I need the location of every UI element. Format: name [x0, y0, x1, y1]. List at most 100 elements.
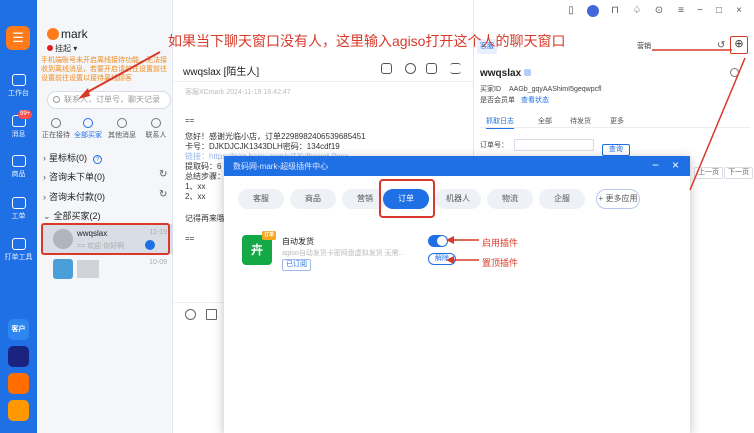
prev-page-button[interactable]: 上一页	[694, 167, 723, 179]
refresh-icon[interactable]: ↻	[159, 189, 167, 200]
enable-plugin-toggle[interactable]	[428, 235, 448, 247]
annotation-enable: 启用插件	[482, 238, 519, 248]
blurred-name	[77, 260, 99, 278]
desk-icon	[11, 74, 26, 86]
search-input[interactable]: 联系人，订单号，聊天记录	[47, 91, 171, 109]
history-icon[interactable]	[405, 63, 416, 74]
group-not-paid[interactable]: › 咨询未付款(0)	[43, 190, 105, 203]
cat-logistics[interactable]: 物流	[487, 189, 533, 209]
app-customer[interactable]: 客户	[8, 319, 29, 340]
menu-icon[interactable]	[450, 63, 461, 74]
help-icon[interactable]: ?	[93, 155, 102, 164]
order-number-input[interactable]	[513, 139, 594, 151]
printer-icon	[11, 238, 26, 250]
app-logo-icon: ☰	[6, 26, 30, 50]
emoji-icon[interactable]	[185, 309, 196, 320]
buyer-name: wwqslax	[480, 68, 532, 79]
subscribed-badge: 已订阅	[282, 259, 311, 271]
bag-icon[interactable]: ⊓	[610, 6, 620, 16]
play-icon[interactable]	[381, 63, 392, 74]
unread-badge: 99+	[18, 110, 33, 119]
avatar	[53, 259, 73, 279]
minimize-icon[interactable]: −	[695, 6, 705, 16]
minimize-icon[interactable]: −	[652, 158, 659, 172]
plugin-name: 自动发货	[282, 237, 314, 246]
box-icon	[11, 155, 26, 167]
rail-item-workbench[interactable]: 工作台	[0, 74, 37, 98]
chat-icon	[51, 118, 61, 128]
app-crown-orange-icon[interactable]	[8, 373, 29, 394]
close-icon[interactable]: ×	[672, 158, 679, 172]
tab-to-ship[interactable]: 待发货	[570, 116, 591, 126]
member-status-link[interactable]: 查看状态	[521, 97, 549, 104]
chat-title: wwqslax [陌生人]	[183, 67, 260, 78]
group-all-buyers[interactable]: ⌄ 全部买家(2)	[43, 209, 101, 222]
tab-other-messages[interactable]: 其他消息	[107, 118, 137, 140]
status-dot-icon	[47, 45, 53, 51]
menu-icon[interactable]: ≡	[676, 6, 686, 16]
chat-header: wwqslax [陌生人]	[173, 56, 473, 82]
tag-icon	[524, 69, 532, 76]
close-icon[interactable]: ×	[734, 6, 744, 16]
order-subtabs: 抓取日志 全部 待发货 更多	[480, 114, 750, 129]
app-link-icon[interactable]	[8, 400, 29, 421]
gear-icon[interactable]	[730, 68, 739, 77]
contacts-panel: mark 挂起 ▾ 手机端账号未开启离线接待功能，无法接收到离线消息，若要开启请…	[37, 0, 173, 433]
next-page-button[interactable]: 下一页	[724, 167, 753, 179]
shirt-icon[interactable]: ♤	[632, 6, 642, 16]
rail-item-goods[interactable]: 商品	[0, 155, 37, 179]
group-not-ordered[interactable]: › 咨询未下单(0)	[43, 170, 105, 183]
unpin-button[interactable]: 解除	[428, 253, 456, 265]
avatar[interactable]	[587, 5, 599, 17]
status-selector[interactable]: 挂起 ▾	[47, 43, 77, 54]
rail-item-tickets[interactable]: 工单	[0, 197, 37, 221]
rail-item-messages[interactable]: 99+ 消息	[0, 110, 37, 139]
category-bar: 客服 商品 营销 订单 机器人 物流 企服 + 更多应用	[238, 189, 678, 209]
filter-tabs: 正在接待 全部买家 其他消息 联系人	[41, 118, 171, 140]
tab-all-buyers[interactable]: 全部买家	[73, 118, 103, 140]
avatar	[47, 28, 59, 40]
offline-notice: 手机端账号未开启离线接待功能，无法接收到离线消息，若要开启请前往设置前往设置前往…	[41, 57, 167, 82]
search-icon	[53, 96, 60, 103]
person-icon	[151, 118, 161, 128]
tab-more[interactable]: 更多	[610, 116, 624, 126]
app-crown-icon[interactable]	[8, 346, 29, 367]
document-icon	[11, 197, 26, 209]
clock-icon	[83, 118, 93, 128]
tab-all[interactable]: 全部	[538, 116, 552, 126]
plugin-card[interactable]: 卉订单 自动发货 agiso自动发货卡密网盘虚拟发货 无需... 已订阅 解除	[238, 230, 456, 280]
compass-icon[interactable]: ⊙	[654, 6, 664, 16]
cat-robot[interactable]: 机器人	[435, 189, 481, 209]
annotation-pin: 置顶插件	[482, 258, 519, 268]
tab-serving[interactable]: 正在接待	[41, 118, 71, 140]
query-button[interactable]: 查询	[601, 144, 630, 156]
left-rail: ☰ 工作台 99+ 消息 商品 工单 打单工具 客户	[0, 0, 37, 433]
message-meta: 客服XCmark 2024-11-19 16:42:47	[185, 89, 291, 96]
account-name[interactable]: mark	[47, 27, 88, 41]
member-row: 是否会员单 查看状态	[480, 97, 549, 104]
dialog-title: 数码网-mark-超级插件中心	[233, 162, 329, 171]
highlight-box	[379, 179, 435, 218]
group-starred[interactable]: › 星标标(0)?	[43, 151, 102, 164]
buyer-id-row: 买家ID AAGb_gqyAAShimI5geqwpcfl	[480, 86, 602, 93]
message-icon	[117, 118, 127, 128]
phone-icon[interactable]: ▯	[566, 6, 576, 16]
plugin-center-dialog: 数码网-mark-超级插件中心 − × 客服 商品 营销 订单 机器人 物流 企…	[224, 156, 690, 433]
scissors-icon[interactable]	[206, 309, 217, 320]
tab-fetch-log[interactable]: 抓取日志	[486, 116, 514, 129]
add-plugin-button[interactable]: ⊕	[730, 36, 748, 54]
rail-item-print-tool[interactable]: 打单工具	[0, 238, 37, 262]
refresh-icon[interactable]: ↻	[159, 169, 167, 180]
cat-goods[interactable]: 商品	[290, 189, 336, 209]
cat-customer-service[interactable]: 客服	[238, 189, 284, 209]
plugin-desc: agiso自动发货卡密网盘虚拟发货 无需...	[282, 250, 405, 257]
more-apps-button[interactable]: + 更多应用	[596, 189, 640, 209]
tab-marketing[interactable]: 营销	[634, 39, 654, 54]
list-item[interactable]: 10-09	[41, 254, 173, 284]
check-icon[interactable]	[426, 63, 437, 74]
tab-contacts[interactable]: 联系人	[141, 118, 171, 140]
annotation-top: 如果当下聊天窗口没有人，这里输入agiso打开这个人的聊天窗口	[168, 33, 566, 49]
maximize-icon[interactable]: □	[714, 6, 724, 16]
cat-enterprise[interactable]: 企服	[539, 189, 585, 209]
reload-icon[interactable]: ↺	[717, 40, 725, 51]
